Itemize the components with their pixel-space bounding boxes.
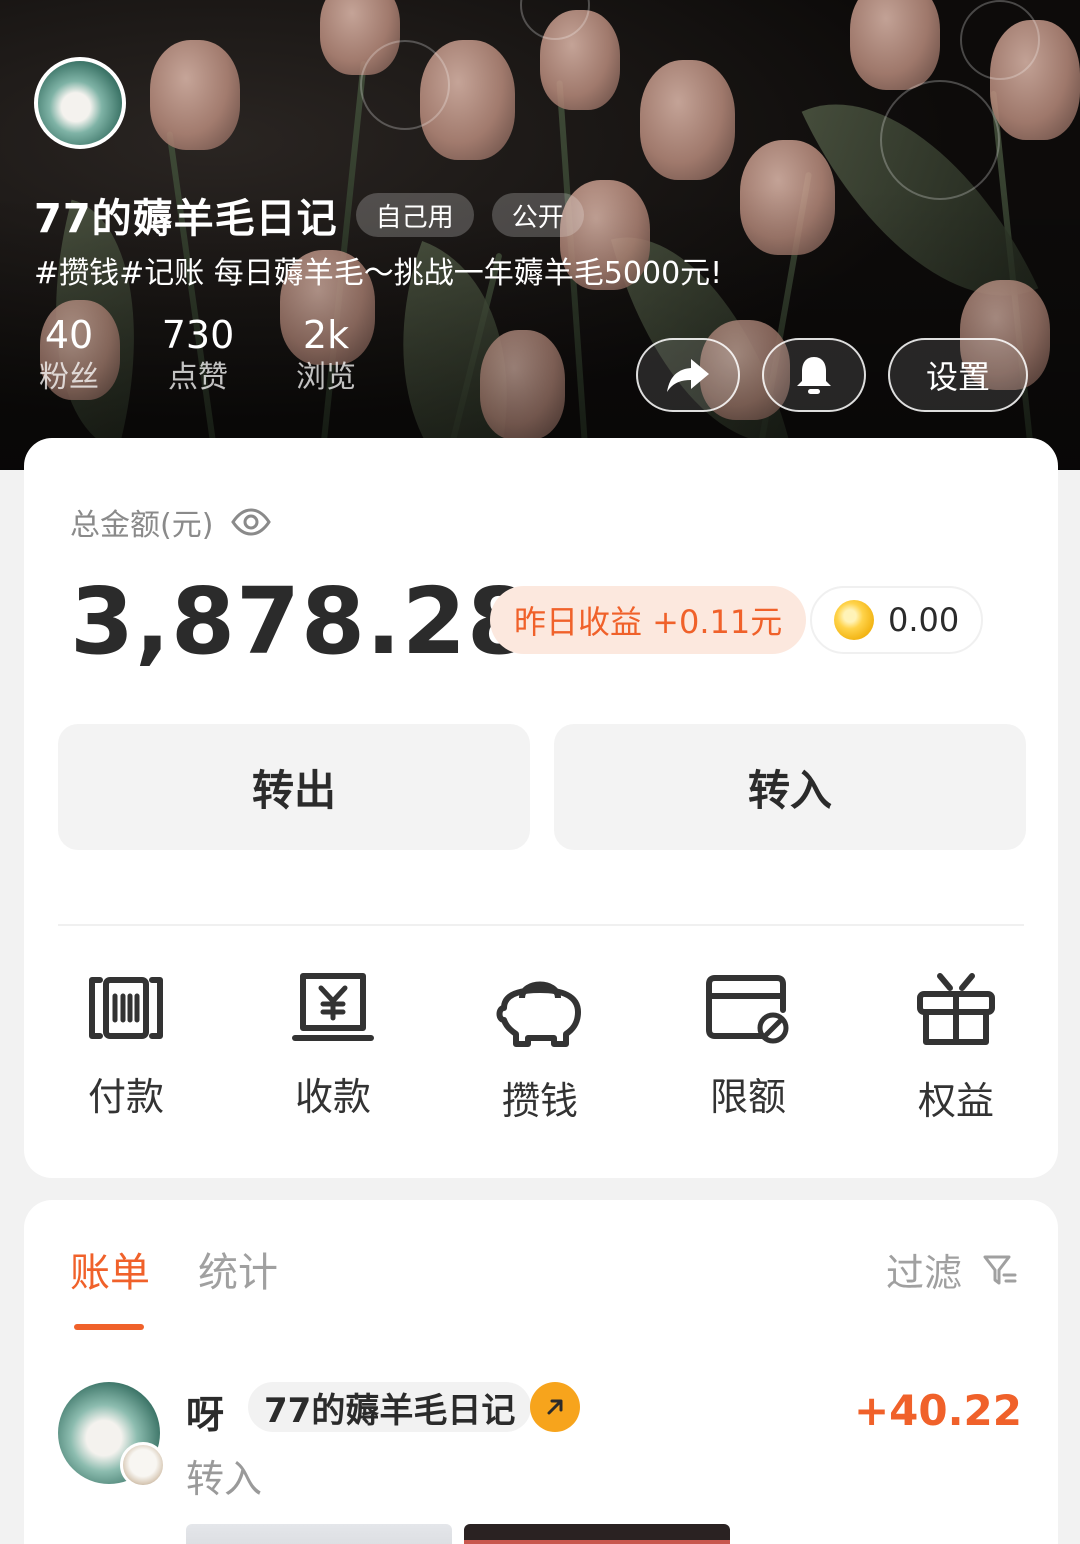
stat-views-value: 2k (302, 313, 350, 357)
bill-photo-thumbnail[interactable] (186, 1524, 452, 1544)
tab-bills[interactable]: 账单 (70, 1240, 150, 1298)
active-tab-indicator (74, 1324, 144, 1330)
bell-icon (797, 357, 831, 394)
notification-button[interactable] (762, 338, 866, 412)
eye-icon[interactable] (231, 508, 272, 536)
bill-type: 转入 (186, 1457, 263, 1501)
profile-title: 77的薅羊毛日记 (34, 196, 338, 242)
quick-action-pay[interactable]: 付款 (46, 968, 206, 1121)
quick-action-benefits-label: 权益 (917, 1079, 994, 1123)
tab-statistics[interactable]: 统计 (198, 1240, 278, 1298)
quick-action-pay-label: 付款 (87, 1075, 164, 1119)
stat-likes-value: 730 (161, 313, 235, 357)
quick-action-receive-label: 收款 (294, 1075, 371, 1119)
share-icon (667, 359, 709, 392)
filter-button[interactable]: 过滤 (886, 1242, 1018, 1297)
total-amount-label: 总金额(元) (70, 508, 214, 543)
total-amount-value: 3,878.28 (70, 568, 532, 675)
wallet-divider (58, 924, 1024, 926)
settings-button[interactable]: 设置 (888, 338, 1028, 412)
profile-avatar[interactable] (34, 57, 126, 149)
bill-amount: +40.22 (853, 1386, 1022, 1435)
transfer-in-label: 转入 (747, 765, 832, 815)
yuan-receipt-icon (292, 973, 374, 1041)
profile-header: 77的薅羊毛日记 自己用 公开 #攒钱#记账 每日薅羊毛～挑战一年薅羊毛5000… (0, 0, 1080, 470)
stat-views[interactable]: 2k 浏览 (288, 312, 364, 398)
arrow-up-right-icon[interactable] (530, 1382, 580, 1432)
filter-label: 过滤 (885, 1251, 962, 1295)
transfer-out-label: 转出 (251, 765, 336, 815)
coin-icon (834, 600, 874, 640)
tag-private-use: 自己用 (355, 193, 474, 237)
barcode-icon (89, 977, 163, 1039)
stat-followers-label: 粉丝 (39, 360, 99, 395)
coin-balance[interactable]: 0.00 (810, 586, 984, 654)
gift-icon (917, 973, 995, 1045)
share-button[interactable] (636, 338, 740, 412)
transfer-out-button[interactable]: 转出 (58, 724, 530, 850)
coin-balance-value: 0.00 (888, 601, 960, 639)
filter-icon (983, 1255, 1017, 1284)
wallet-card: 总金额(元) 3,878.28 昨日收益 +0.11元 0.00 转出 转入 付… (24, 438, 1058, 1178)
bill-photo-thumbnail[interactable] (464, 1524, 730, 1544)
bill-account-pill[interactable]: 77的薅羊毛日记 (248, 1382, 532, 1432)
stat-followers-value: 40 (44, 313, 94, 357)
quick-action-benefits[interactable]: 权益 (876, 968, 1036, 1125)
total-amount-header: 总金额(元) (70, 500, 272, 544)
quick-action-limit[interactable]: 限额 (668, 968, 828, 1121)
quick-action-limit-label: 限额 (709, 1075, 786, 1119)
profile-title-row: 77的薅羊毛日记 自己用 公开 (34, 186, 584, 244)
tag-public: 公开 (491, 193, 584, 237)
sender-avatar-badge (120, 1442, 166, 1488)
bills-card: 账单 统计 过滤 呀 77的薅羊毛日记 转入 +40.22 (24, 1200, 1058, 1544)
card-limit-icon (706, 975, 789, 1044)
yesterday-earning-badge[interactable]: 昨日收益 +0.11元 (490, 586, 807, 654)
profile-description: #攒钱#记账 每日薅羊毛～挑战一年薅羊毛5000元! (34, 256, 723, 291)
stat-likes-label: 点赞 (168, 360, 228, 395)
stat-followers[interactable]: 40 粉丝 (34, 312, 104, 398)
stat-views-label: 浏览 (296, 360, 356, 395)
settings-label: 设置 (925, 358, 990, 396)
stat-likes[interactable]: 730 点赞 (158, 312, 238, 398)
transfer-in-button[interactable]: 转入 (554, 724, 1026, 850)
piggy-bank-icon (496, 981, 581, 1047)
bill-sender-name: 呀 (186, 1393, 225, 1437)
quick-action-receive[interactable]: 收款 (253, 968, 413, 1121)
quick-action-save[interactable]: 攒钱 (460, 968, 620, 1125)
quick-action-save-label: 攒钱 (501, 1079, 578, 1123)
yesterday-earning-text: 昨日收益 +0.11元 (514, 603, 783, 641)
